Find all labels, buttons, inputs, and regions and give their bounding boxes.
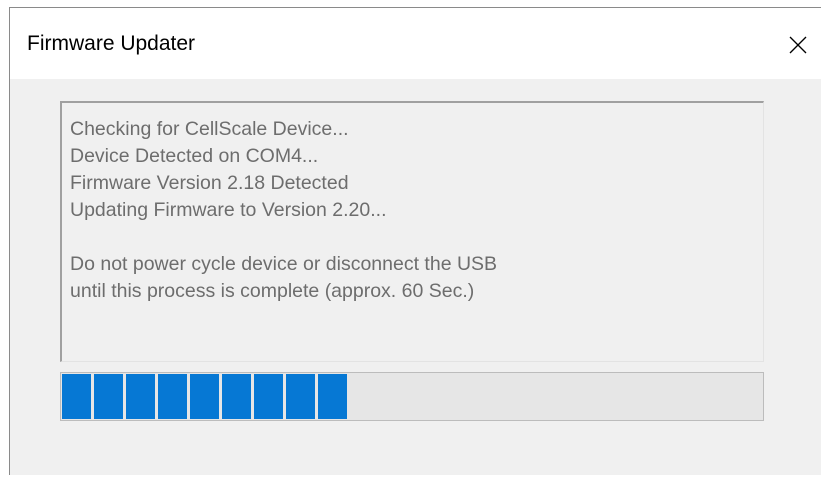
progress-block — [318, 374, 347, 419]
firmware-updater-dialog: Firmware Updater Checking for CellScale … — [9, 7, 821, 475]
progress-block — [158, 374, 187, 419]
progress-block — [254, 374, 283, 419]
progress-block — [94, 374, 123, 419]
title-bar: Firmware Updater — [10, 8, 821, 79]
progress-block — [126, 374, 155, 419]
status-message-box: Checking for CellScale Device... Device … — [60, 101, 764, 362]
progress-block — [190, 374, 219, 419]
progress-block — [222, 374, 251, 419]
progress-bar-fill — [62, 374, 347, 419]
status-line: Updating Firmware to Version 2.20... — [70, 199, 387, 221]
status-line: Device Detected on COM4... — [70, 145, 319, 167]
status-line-blank — [70, 224, 763, 251]
warning-line: Do not power cycle device or disconnect … — [70, 253, 498, 275]
close-button[interactable] — [775, 8, 821, 79]
window-title: Firmware Updater — [27, 32, 196, 55]
status-line: Firmware Version 2.18 Detected — [70, 172, 349, 194]
warning-line: until this process is complete (approx. … — [70, 280, 475, 302]
progress-block — [286, 374, 315, 419]
status-line: Checking for CellScale Device... — [70, 118, 349, 140]
progress-bar — [60, 372, 764, 421]
progress-block — [62, 374, 91, 419]
close-icon — [789, 36, 807, 54]
